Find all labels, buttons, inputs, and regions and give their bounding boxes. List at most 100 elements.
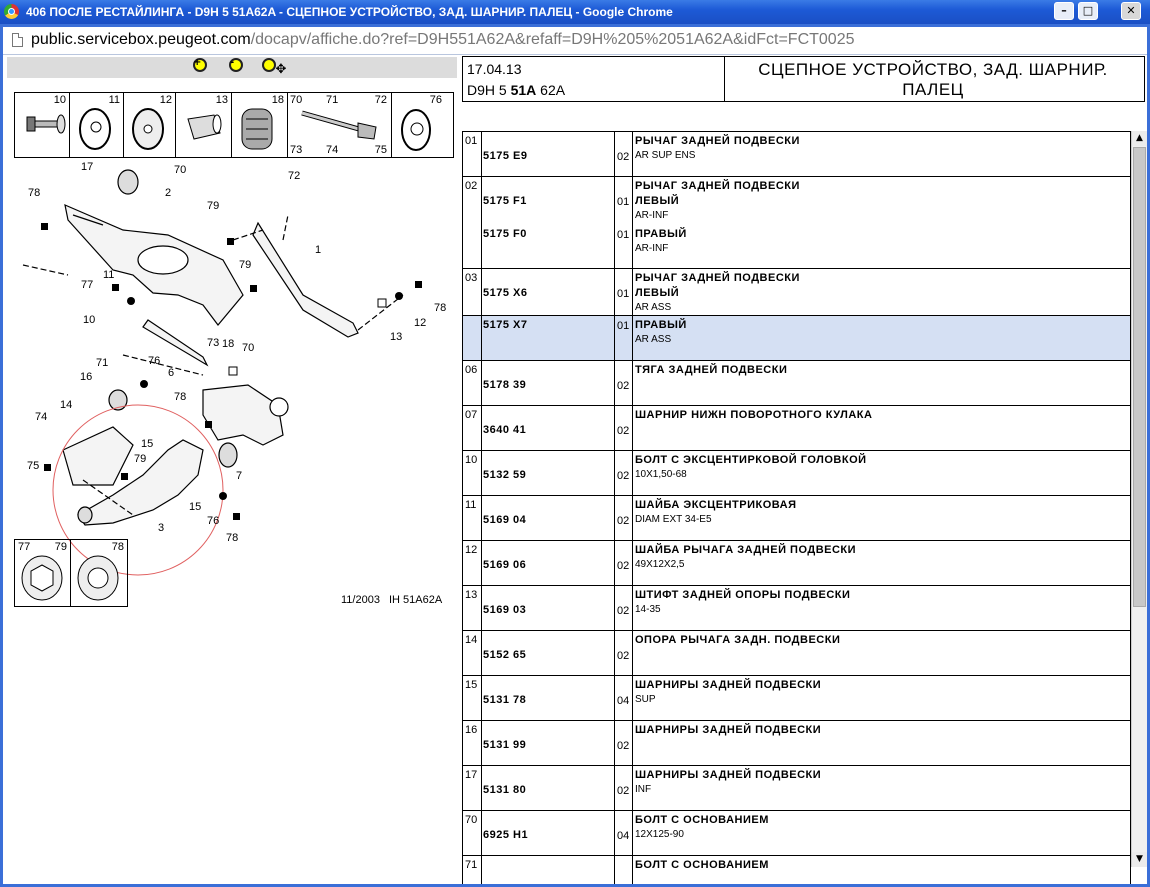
minimize-button[interactable]: – — [1054, 2, 1074, 20]
callout-label: 72 — [288, 170, 300, 182]
diagram-ref: IH 51A62A — [388, 594, 443, 606]
part-name: ШАЙБА РЫЧАГА ЗАДНЕЙ ПОДВЕСКИ — [635, 544, 857, 556]
part-number-link[interactable]: 5175 F1 — [483, 195, 527, 207]
part-cell-78[interactable]: 78 — [71, 540, 127, 606]
table-row[interactable]: 11 ШАЙБА ЭКСЦЕНТРИКОВАЯ 5169 04 02 DIAM EXT … — [463, 496, 1130, 541]
scroll-thumb[interactable] — [1133, 147, 1146, 607]
part-number-link[interactable]: 5178 39 — [483, 379, 526, 391]
table-row[interactable]: 71 БОЛТ С ОСНОВАНИЕМ — [463, 856, 1130, 884]
quantity: 04 — [617, 830, 630, 842]
exploded-diagram: 17 70 72 78 2 79 1 11 77 79 78 10 12 13 … — [22, 161, 446, 576]
quantity: 02 — [617, 151, 630, 163]
table-row[interactable]: 14 ОПОРА РЫЧАГА ЗАДН. ПОДВЕСКИ 5152 65 02 — [463, 631, 1130, 676]
url-text[interactable]: public.servicebox.peugeot.com/docapv/aff… — [31, 31, 854, 49]
part-number-link[interactable]: 5175 F0 — [483, 228, 527, 240]
diagram-date: 11/2003 — [341, 594, 380, 606]
parts-table: 01 РЫЧАГ ЗАДНЕЙ ПОДВЕСКИ 5175 E9 02 AR SUP E… — [462, 131, 1131, 884]
part-name: ШАРНИР НИЖН ПОВОРОТНОГО КУЛАКА — [635, 409, 873, 421]
table-row[interactable]: 13 ШТИФТ ЗАДНЕЙ ОПОРЫ ПОДВЕСКИ 5169 03 02 14… — [463, 586, 1130, 631]
window-title: 406 ПОСЛЕ РЕСТАЙЛИНГА - D9H 5 51A62A - С… — [26, 5, 673, 19]
table-row[interactable]: 16 ШАРНИРЫ ЗАДНЕЙ ПОДВЕСКИ 5131 99 02 — [463, 721, 1130, 766]
parts-header: 17.04.13 D9H 5 51A 62A СЦЕПНОЕ УСТРОЙСТВ… — [462, 56, 1145, 102]
part-number-link[interactable]: 5132 59 — [483, 469, 526, 481]
callout-label: 76 — [207, 515, 219, 527]
part-name: ШТИФТ ЗАДНЕЙ ОПОРЫ ПОДВЕСКИ — [635, 589, 851, 601]
part-number-link[interactable]: 5152 65 — [483, 649, 526, 661]
callout-label: 77 — [81, 279, 93, 291]
callout-label: 74 — [35, 411, 47, 423]
code-suffix: 62A — [536, 82, 566, 98]
part-side: ПРАВЫЙ — [635, 228, 687, 240]
part-number-link[interactable]: 5175 E9 — [483, 150, 527, 162]
table-row[interactable]: 02 РЫЧАГ ЗАДНЕЙ ПОДВЕСКИ 5175 F1 01 ЛЕВЫЙ AR-… — [463, 177, 1130, 269]
maximize-button[interactable]: □ — [1078, 2, 1098, 20]
part-number-link[interactable]: 5169 03 — [483, 604, 526, 616]
part-name: БОЛТ С ЭКСЦЕНТИРКОВОЙ ГОЛОВКОЙ — [635, 454, 867, 466]
part-number-link[interactable]: 5175 X7 — [483, 319, 527, 331]
part-detail: 14-35 — [635, 604, 661, 615]
position-number: 10 — [465, 454, 478, 466]
part-name: БОЛТ С ОСНОВАНИЕМ — [635, 814, 769, 826]
part-number-link[interactable]: 5131 99 — [483, 739, 526, 751]
close-button[interactable]: ✕ — [1121, 2, 1141, 20]
part-detail: SUP — [635, 694, 656, 705]
part-number-link[interactable]: 5169 06 — [483, 559, 526, 571]
part-number-link[interactable]: 6925 H1 — [483, 829, 528, 841]
page-icon — [12, 33, 23, 47]
callout-label: 78 — [28, 187, 40, 199]
position-number: 71 — [465, 859, 478, 871]
callout-label: 12 — [414, 317, 426, 329]
part-name: БОЛТ С ОСНОВАНИЕМ — [635, 859, 769, 871]
part-name: РЫЧАГ ЗАДНЕЙ ПОДВЕСКИ — [635, 180, 800, 192]
table-row[interactable]: 12 ШАЙБА РЫЧАГА ЗАДНЕЙ ПОДВЕСКИ 5169 06 02 4… — [463, 541, 1130, 586]
table-row[interactable]: 10 БОЛТ С ЭКСЦЕНТИРКОВОЙ ГОЛОВКОЙ 5132 59 0… — [463, 451, 1130, 496]
table-row[interactable]: 15 ШАРНИРЫ ЗАДНЕЙ ПОДВЕСКИ 5131 78 04 SUP — [463, 676, 1130, 721]
position-number: 12 — [465, 544, 478, 556]
position-number: 11 — [465, 499, 477, 511]
part-number-link[interactable]: 3640 41 — [483, 424, 526, 436]
callout-label: 79 — [239, 259, 251, 271]
table-row[interactable]: 70 БОЛТ С ОСНОВАНИЕМ 6925 H1 04 12X125-90 — [463, 811, 1130, 856]
table-row[interactable]: 5175 X7 01 ПРАВЫЙ AR ASS — [463, 316, 1130, 361]
table-row[interactable]: 17 ШАРНИРЫ ЗАДНЕЙ ПОДВЕСКИ 5131 80 02 INF — [463, 766, 1130, 811]
address-bar[interactable]: public.servicebox.peugeot.com/docapv/aff… — [3, 27, 1147, 55]
position-number: 03 — [465, 272, 478, 284]
part-name: ТЯГА ЗАДНЕЙ ПОДВЕСКИ — [635, 364, 788, 376]
part-detail: 12X125-90 — [635, 829, 684, 840]
callout-label: 78 — [174, 391, 186, 403]
part-side: ПРАВЫЙ — [635, 319, 687, 331]
part-number-link[interactable]: 5131 78 — [483, 694, 526, 706]
callout-label: 11 — [103, 269, 114, 281]
table-row[interactable]: 06 ТЯГА ЗАДНЕЙ ПОДВЕСКИ 5178 39 02 — [463, 361, 1130, 406]
part-cell-77-79[interactable]: 77 79 — [15, 540, 71, 606]
position-number: 70 — [465, 814, 478, 826]
scroll-up-button[interactable]: ▲ — [1132, 131, 1147, 146]
position-number: 15 — [465, 679, 478, 691]
diagram-footnote: 11/2003 IH 51A62A — [341, 594, 451, 606]
callout-label: 70 — [242, 342, 254, 354]
callout-label: 78 — [226, 532, 238, 544]
part-name: РЫЧАГ ЗАДНЕЙ ПОДВЕСКИ — [635, 135, 800, 147]
page-title: СЦЕПНОЕ УСТРОЙСТВО, ЗАД. ШАРНИР. ПАЛЕЦ — [758, 60, 1108, 99]
part-number-link[interactable]: 5131 80 — [483, 784, 526, 796]
callout-label: 16 — [80, 371, 92, 383]
table-row[interactable]: 07 ШАРНИР НИЖН ПОВОРОТНОГО КУЛАКА 3640 41 0… — [463, 406, 1130, 451]
part-detail: AR ASS — [635, 302, 672, 313]
part-number: 78 — [111, 541, 124, 553]
callout-label: 75 — [27, 460, 39, 472]
part-detail: AR ASS — [635, 334, 672, 345]
part-number-link[interactable]: 5175 X6 — [483, 287, 527, 299]
parts-strip-bottom: 77 79 78 — [14, 539, 128, 607]
table-row[interactable]: 01 РЫЧАГ ЗАДНЕЙ ПОДВЕСКИ 5175 E9 02 AR SUP E… — [463, 132, 1130, 177]
quantity: 02 — [617, 650, 630, 662]
callout-label: 18 — [222, 338, 234, 350]
scrollbar[interactable]: ▲ ▼ — [1131, 131, 1147, 867]
part-number-link[interactable]: 5169 04 — [483, 514, 526, 526]
quantity: 02 — [617, 740, 630, 752]
part-side: ЛЕВЫЙ — [635, 287, 680, 299]
table-row[interactable]: 03 РЫЧАГ ЗАДНЕЙ ПОДВЕСКИ 5175 X6 01 ЛЕВЫЙ AR … — [463, 269, 1130, 316]
part-number: 79 — [54, 541, 67, 553]
position-number: 16 — [465, 724, 478, 736]
quantity: 01 — [617, 229, 630, 241]
scroll-down-button[interactable]: ▼ — [1132, 852, 1147, 867]
